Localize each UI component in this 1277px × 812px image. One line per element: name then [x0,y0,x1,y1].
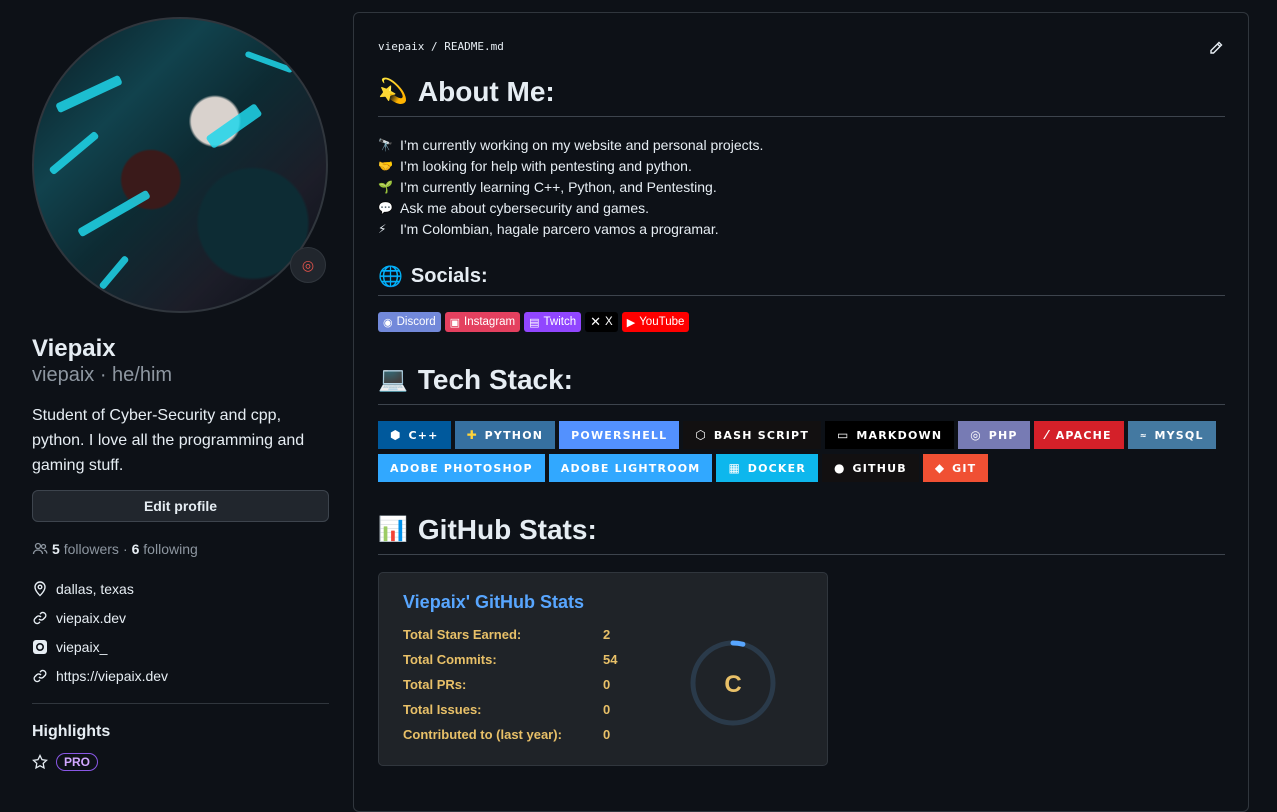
profile-name: Viepaix [32,335,116,362]
highlights-title: Highlights [32,723,111,740]
star-icon [32,754,48,770]
following-link[interactable]: 6 following [132,541,198,557]
seedling-icon: 🌱 [378,180,393,194]
heading-rule [378,404,1225,405]
rank-ring: C [690,640,776,726]
stat-row: Contributed to (last year): 0 [403,727,611,742]
x-badge[interactable]: ✕ X [585,312,618,332]
list-item: ⚡ I'm Colombian, hagale parcero vamos a p… [378,219,763,240]
youtube-badge[interactable]: ▶ YouTube [621,312,690,332]
list-item: 💬 Ask me about cybersecurity and games. [378,198,763,219]
followers-link[interactable]: 5 followers [52,541,119,557]
people-icon [32,542,48,555]
instagram-badge[interactable]: ▣ Instagram [444,312,521,332]
pro-badge[interactable]: PRO [56,753,99,771]
stat-row: Total PRs: 0 [403,677,611,692]
github-icon: ● [834,461,845,475]
breadcrumb-file: README.md [444,40,504,53]
pencil-icon[interactable] [1208,40,1224,56]
heading-rule [378,116,1225,117]
powershell-badge[interactable]: PowerShell [559,421,680,449]
bash-badge[interactable]: ⬡ Bash Script [683,421,822,449]
instagram-item[interactable]: viepaix_ [32,639,107,655]
target-icon: ◎ [301,256,315,273]
mysql-icon: ≈ [1139,430,1147,440]
socials-badges: ◉ Discord ▣ Instagram ▤ Twitch ✕ X ▶ YouTube [378,312,690,332]
profile-sidebar: ◎ Viepaix viepaix · he/him Student of Cy… [0,0,360,785]
git-icon: ◆ [934,461,945,475]
cpp-icon: ⬢ [390,428,401,442]
about-list: 🔭 I’m currently working on my website and… [378,135,763,240]
rank-letter: C [724,671,741,698]
instagram-icon [32,639,48,655]
location-icon [32,581,48,597]
stat-row: Total Commits: 54 [403,652,618,667]
edit-profile-button[interactable]: Edit profile [32,490,329,522]
laptop-icon: 💻 [378,366,408,393]
terminal-icon: ⬡ [695,428,706,442]
link-icon [32,668,48,684]
list-item: 🌱 I’m currently learning C++, Python, and… [378,177,763,198]
markdown-badge[interactable]: ▭ Markdown [825,421,955,449]
github-badge[interactable]: ● GitHub [822,454,919,482]
python-badge[interactable]: ✚ Python [454,421,556,449]
x-logo-icon: ✕ [590,314,602,329]
twitch-icon: ▤ [529,316,540,329]
list-item: 🤝 I’m looking for help with pentesting an… [378,156,763,177]
profile-bio: Student of Cyber-Security and cpp, pytho… [32,407,305,474]
link-item[interactable]: https://viepaix.dev [32,668,168,684]
bar-chart-icon: 📊 [378,516,408,543]
heading-rule [378,554,1225,555]
tech-badges-row-2: Adobe Photoshop Adobe Lightroom ▦ Docker … [378,454,989,482]
docker-icon: ▦ [728,461,740,475]
php-badge[interactable]: ◎ PHP [958,421,1030,449]
list-item: 🔭 I’m currently working on my website and… [378,135,763,156]
stat-row: Total Issues: 0 [403,702,611,717]
docker-badge[interactable]: ▦ Docker [716,454,819,482]
set-status-button[interactable]: ◎ [290,247,326,283]
divider [32,703,329,704]
speech-bubble-icon: 💬 [378,201,393,215]
website-item[interactable]: viepaix.dev [32,610,126,626]
socials-heading: 🌐 Socials: [378,265,488,288]
dizzy-icon: 💫 [378,78,408,105]
breadcrumb-owner[interactable]: viepaix [378,40,424,53]
avatar[interactable] [32,17,328,313]
stat-row: Total Stars Earned: 2 [403,627,611,642]
lightroom-badge[interactable]: Adobe Lightroom [548,454,713,482]
cpp-badge[interactable]: ⬢ C++ [378,421,451,449]
globe-icon: 🌐 [378,265,403,288]
link-icon [32,610,48,626]
stats-card-title: Viepaix' GitHub Stats [403,592,584,612]
follow-stats: 5 followers · 6 following [32,541,198,557]
handshake-icon: 🤝 [378,159,393,173]
github-stats-card[interactable]: Viepaix' GitHub Stats Total Stars Earned… [378,572,828,766]
python-icon: ✚ [466,428,477,442]
photoshop-badge[interactable]: Adobe Photoshop [378,454,545,482]
mysql-badge[interactable]: ≈ MySQL [1127,421,1216,449]
location-item: dallas, texas [32,581,134,597]
highlights-row: PRO [32,753,99,771]
apache-badge[interactable]: ⁄ Apache [1033,421,1124,449]
profile-login: viepaix · he/him [32,364,173,386]
telescope-icon: 🔭 [378,138,393,152]
markdown-icon: ▭ [837,428,849,442]
about-heading: 💫 About Me: [378,76,555,107]
twitch-badge[interactable]: ▤ Twitch [524,312,582,332]
youtube-icon: ▶ [626,316,636,329]
lightning-icon: ⚡ [378,222,387,236]
readme-breadcrumb: viepaix / README.md [378,40,504,53]
apache-feather-icon: ⁄ [1045,428,1048,442]
tech-heading: 💻 Tech Stack: [378,364,573,395]
php-icon: ◎ [970,428,981,442]
heading-rule [378,295,1225,296]
stats-heading: 📊 GitHub Stats: [378,514,597,545]
discord-badge[interactable]: ◉ Discord [378,312,441,332]
discord-icon: ◉ [383,316,393,329]
instagram-icon: ▣ [449,316,460,329]
tech-badges-row-1: ⬢ C++ ✚ Python PowerShell ⬡ Bash Script ▭ Ma… [378,421,1216,449]
readme-card: viepaix / README.md 💫 About Me: 🔭 I’m cur… [353,12,1249,812]
git-badge[interactable]: ◆ Git [922,454,989,482]
